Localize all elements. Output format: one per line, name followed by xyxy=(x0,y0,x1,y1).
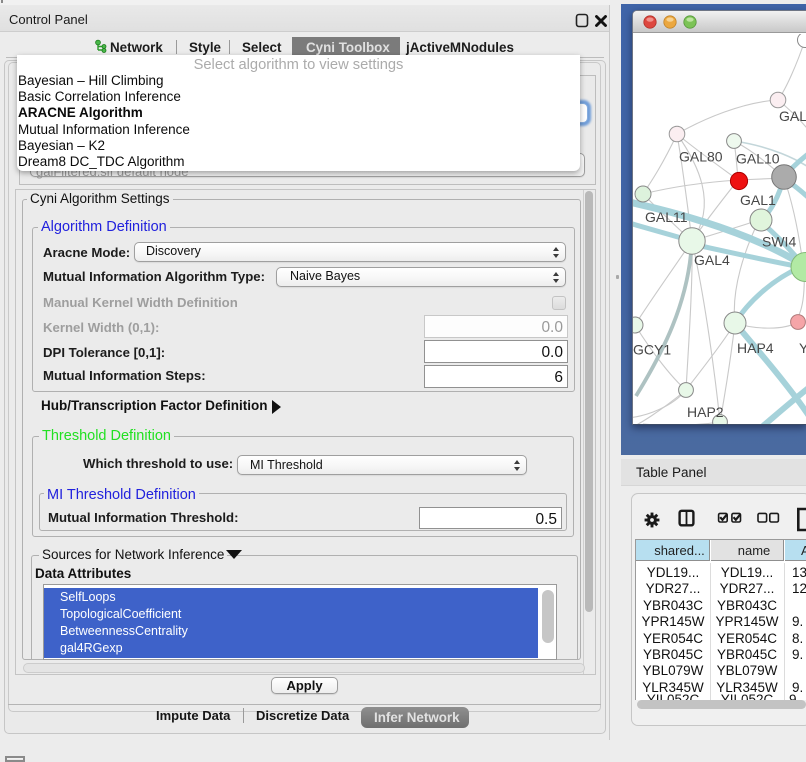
svg-text:Y: Y xyxy=(799,340,806,356)
svg-text:SWI4: SWI4 xyxy=(762,234,796,250)
svg-text:GAL1: GAL1 xyxy=(740,192,776,208)
svg-text:GAL4: GAL4 xyxy=(694,252,730,268)
svg-text:GAL11: GAL11 xyxy=(645,209,688,225)
svg-text:GCY1: GCY1 xyxy=(633,342,671,358)
svg-text:HAP2: HAP2 xyxy=(687,404,724,420)
svg-text:GAL: GAL xyxy=(779,108,806,124)
svg-text:GAL80: GAL80 xyxy=(679,149,723,165)
svg-text:GAL10: GAL10 xyxy=(736,151,780,167)
svg-text:HAP4: HAP4 xyxy=(737,340,774,356)
